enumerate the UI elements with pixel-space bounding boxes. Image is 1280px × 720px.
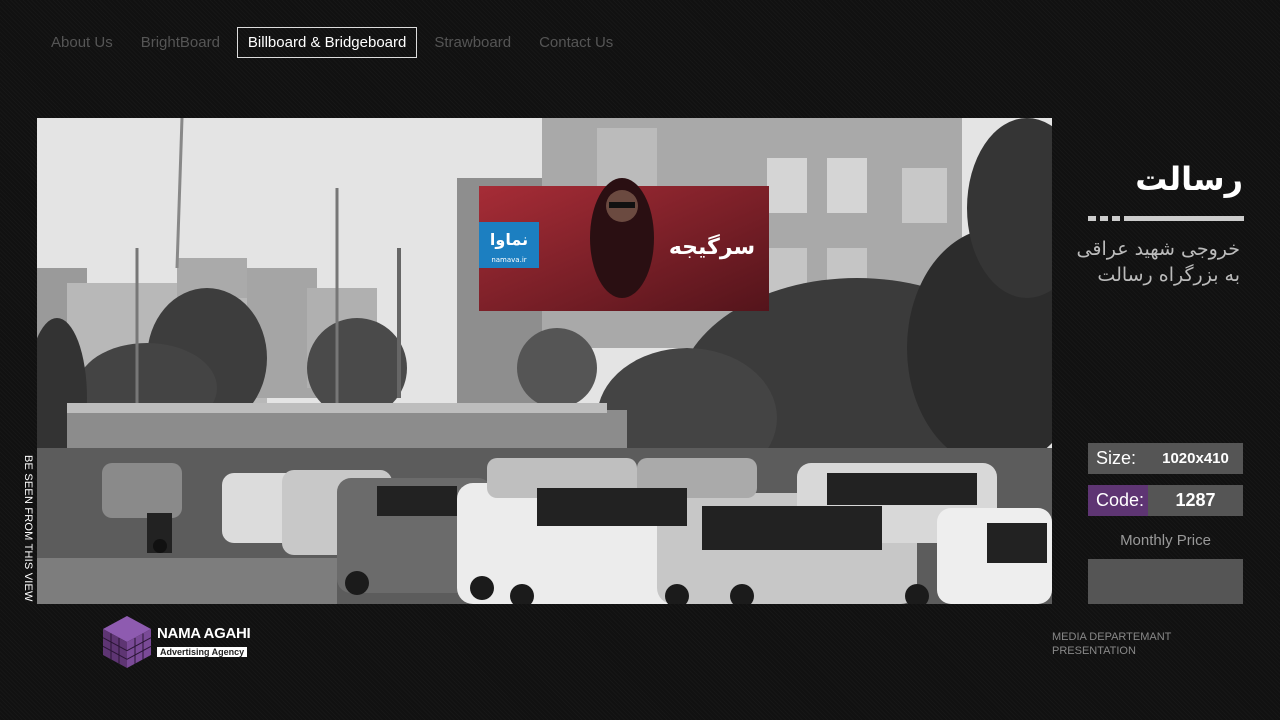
billboard-url: namava.ir — [491, 256, 526, 264]
monthly-price-value — [1088, 559, 1243, 604]
code-label: Code: — [1088, 485, 1148, 516]
location-subtitle: خروجی شهید عراقی به بزرگراه رسالت — [1060, 236, 1240, 288]
size-label: Size: — [1096, 448, 1137, 468]
nav-contact-us[interactable]: Contact Us — [528, 27, 624, 58]
view-caption: BE SEEN FROM THIS VIEW — [22, 455, 34, 602]
dept-line-2: PRESENTATION — [1052, 645, 1136, 657]
monthly-price-label: Monthly Price — [1120, 532, 1211, 549]
code-row: Code: 1287 — [1088, 485, 1243, 516]
billboard-brand: نماوا — [490, 230, 528, 249]
nav-about-us[interactable]: About Us — [40, 27, 124, 58]
size-row: Size: 1020x410 — [1088, 443, 1243, 474]
department-caption: MEDIA DEPARTEMANT PRESENTATION — [1052, 630, 1171, 658]
location-details: رسالت خروجی شهید عراقی به بزرگراه رسالت — [1060, 150, 1244, 286]
logo-tagline: Advertising Agency — [157, 646, 248, 657]
top-navigation: About Us BrightBoard Billboard & Bridgeb… — [40, 27, 630, 58]
billboard-title: سرگیجه — [669, 233, 755, 260]
nav-billboard-bridgeboard[interactable]: Billboard & Bridgeboard — [236, 27, 418, 58]
logo-name: NAMA AGAHI — [157, 624, 251, 642]
subtitle-line-1: خروجی شهید عراقی — [1076, 238, 1240, 260]
nav-brightboard[interactable]: BrightBoard — [130, 27, 231, 58]
cube-logo-icon — [103, 616, 151, 668]
agency-logo: NAMA AGAHI Advertising Agency — [103, 616, 251, 668]
title-underline — [1088, 216, 1244, 221]
size-value: 1020x410 — [1162, 450, 1229, 467]
billboard-location-photo: نماوا namava.ir سرگیجه — [37, 118, 1052, 604]
subtitle-line-2: به بزرگراه رسالت — [1097, 264, 1240, 286]
location-title: رسالت — [1135, 160, 1243, 198]
nav-strawboard[interactable]: Strawboard — [423, 27, 522, 58]
code-value: 1287 — [1175, 490, 1216, 510]
dept-line-1: MEDIA DEPARTEMANT — [1052, 631, 1172, 643]
